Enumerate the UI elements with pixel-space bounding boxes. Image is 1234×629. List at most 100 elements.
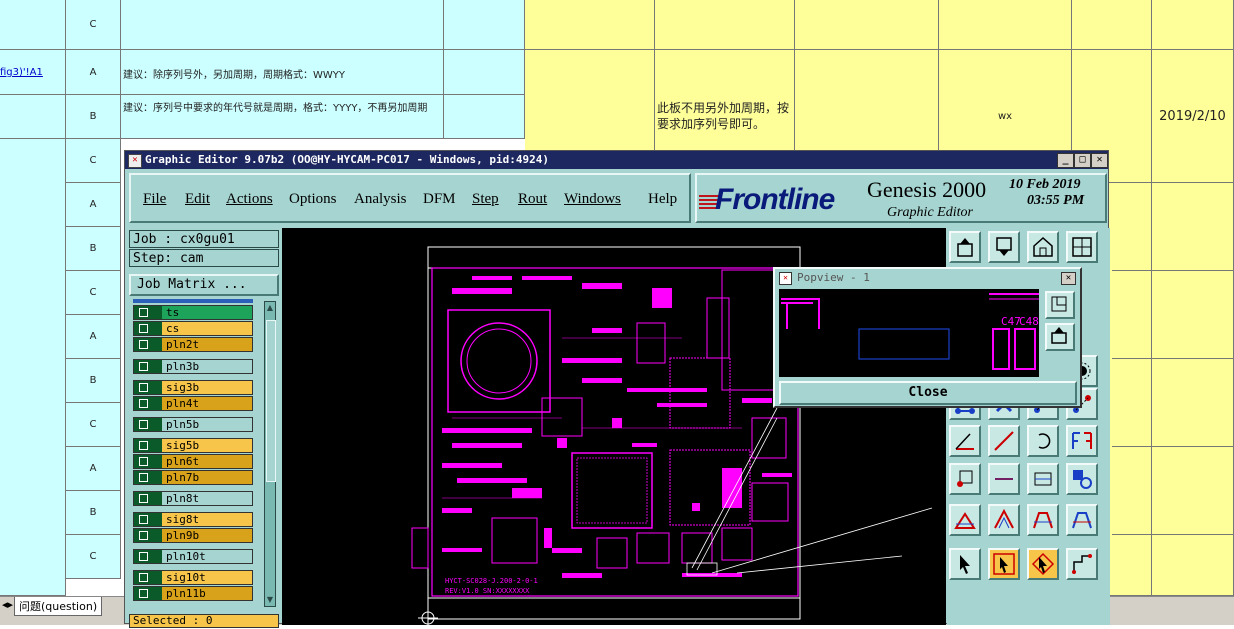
layer-checkbox[interactable]: [134, 587, 162, 600]
slope-tool-button[interactable]: [988, 425, 1020, 457]
cell-choice[interactable]: B: [66, 95, 121, 139]
cell-note[interactable]: 建议：序列号中要求的年代号就是周期，格式：YYYY，不再另加周期: [121, 95, 444, 139]
triangle-tool-button[interactable]: [949, 504, 981, 536]
popview-zoom-button[interactable]: [1045, 291, 1075, 319]
import-tool-button[interactable]: [988, 231, 1020, 263]
cell[interactable]: [795, 0, 939, 50]
cell[interactable]: [1152, 183, 1234, 271]
cell[interactable]: [1112, 447, 1152, 535]
cell[interactable]: [0, 0, 66, 50]
layer-checkbox[interactable]: [134, 306, 162, 319]
layer-row[interactable]: pln3b: [133, 359, 253, 374]
menu-file[interactable]: File: [143, 191, 166, 208]
cell-choice[interactable]: C: [66, 139, 121, 183]
cell[interactable]: [655, 0, 795, 50]
rotate-tool-button[interactable]: [1027, 425, 1059, 457]
cell-choice[interactable]: A: [66, 315, 121, 359]
cell[interactable]: [1152, 0, 1234, 50]
layer-row[interactable]: pln4t: [133, 396, 253, 411]
trapezoid-alt-tool-button[interactable]: [1066, 504, 1098, 536]
popview-close-button[interactable]: Close: [779, 381, 1077, 405]
menu-edit[interactable]: Edit: [185, 191, 210, 208]
popview-export-button[interactable]: [1045, 323, 1075, 351]
menu-analysis[interactable]: Analysis: [354, 191, 407, 208]
cell[interactable]: [1112, 359, 1152, 447]
layer-checkbox[interactable]: [134, 571, 162, 584]
scroll-thumb[interactable]: [266, 320, 276, 482]
cell[interactable]: [1152, 535, 1234, 596]
cell-choice[interactable]: A: [66, 447, 121, 491]
layer-checkbox[interactable]: [134, 418, 162, 431]
layer-checkbox[interactable]: [134, 338, 162, 351]
layer-row[interactable]: pln7b: [133, 470, 253, 485]
layer-row[interactable]: ts: [133, 305, 253, 320]
cell[interactable]: [121, 0, 444, 50]
cell[interactable]: [1112, 535, 1152, 596]
layer-row[interactable]: pln6t: [133, 454, 253, 469]
cell[interactable]: [1152, 447, 1234, 535]
layer-row[interactable]: pln11b: [133, 586, 253, 601]
cell[interactable]: [1152, 271, 1234, 359]
width-tool-button[interactable]: [1027, 463, 1059, 495]
cell-choice[interactable]: A: [66, 183, 121, 227]
cell-choice[interactable]: B: [66, 359, 121, 403]
menu-options[interactable]: Options: [289, 191, 337, 208]
cell[interactable]: [444, 0, 525, 50]
minimize-button[interactable]: _: [1057, 153, 1074, 168]
layer-checkbox[interactable]: [134, 397, 162, 410]
layer-row[interactable]: sig5b: [133, 438, 253, 453]
menu-help[interactable]: Help: [648, 191, 677, 208]
angle-tool-button[interactable]: [949, 425, 981, 457]
menu-dfm[interactable]: DFM: [423, 191, 456, 208]
close-button[interactable]: ✕: [1091, 153, 1108, 168]
select-tool-button[interactable]: [949, 548, 981, 580]
cell[interactable]: [0, 95, 66, 139]
window-fit-tool-button[interactable]: [1066, 231, 1098, 263]
cell[interactable]: [525, 0, 655, 50]
select-box-tool-button[interactable]: [988, 548, 1020, 580]
layer-checkbox[interactable]: [134, 492, 162, 505]
layer-row[interactable]: pln2t: [133, 337, 253, 352]
home-tool-button[interactable]: [1027, 231, 1059, 263]
layer-row[interactable]: sig3b: [133, 380, 253, 395]
layer-checkbox[interactable]: [134, 322, 162, 335]
cell[interactable]: [0, 139, 66, 596]
layer-row[interactable]: sig8t: [133, 512, 253, 527]
layer-checkbox[interactable]: [134, 439, 162, 452]
layer-checkbox[interactable]: [134, 550, 162, 563]
job-matrix-button[interactable]: Job Matrix ...: [129, 274, 279, 296]
scroll-up-arrow[interactable]: ▲: [265, 302, 275, 314]
triangle-peak-tool-button[interactable]: [988, 504, 1020, 536]
cell[interactable]: [1072, 0, 1152, 50]
export-tool-button[interactable]: [949, 231, 981, 263]
cell-note[interactable]: 建议：除序列号外，另加周期，周期格式：WWYY: [121, 50, 444, 95]
layer-row[interactable]: pln8t: [133, 491, 253, 506]
cell[interactable]: fig3)'!A1: [0, 50, 66, 95]
cell[interactable]: [1152, 359, 1234, 447]
cell[interactable]: [444, 95, 525, 139]
select-poly-tool-button[interactable]: [1027, 548, 1059, 580]
layer-checkbox[interactable]: [134, 471, 162, 484]
cell-choice[interactable]: B: [66, 227, 121, 271]
menu-windows[interactable]: Windows: [564, 191, 621, 208]
route-tool-button[interactable]: [1066, 548, 1098, 580]
layer-row[interactable]: sig10t: [133, 570, 253, 585]
tab-nav-arrows[interactable]: ◂▸: [2, 598, 13, 611]
cell-choice[interactable]: C: [66, 535, 121, 579]
cell-choice[interactable]: C: [66, 0, 121, 50]
scroll-down-arrow[interactable]: ▼: [265, 594, 275, 606]
measure-tool-button[interactable]: [988, 463, 1020, 495]
popview-canvas[interactable]: C47 C48: [779, 289, 1039, 377]
layer-checkbox[interactable]: [134, 381, 162, 394]
popview-titlebar[interactable]: ✕ Popview - 1 ✕: [777, 271, 1078, 285]
cell-date[interactable]: 2019/2/10: [1152, 50, 1234, 183]
layer-row[interactable]: pln10t: [133, 549, 253, 564]
cell-choice[interactable]: A: [66, 50, 121, 95]
layer-row[interactable]: pln9b: [133, 528, 253, 543]
maximize-button[interactable]: □: [1074, 153, 1091, 168]
snap-tool-button[interactable]: [949, 463, 981, 495]
cell-choice[interactable]: C: [66, 271, 121, 315]
menu-step[interactable]: Step: [472, 191, 499, 208]
formula-link[interactable]: fig3)'!A1: [0, 67, 43, 78]
cell[interactable]: [939, 0, 1072, 50]
